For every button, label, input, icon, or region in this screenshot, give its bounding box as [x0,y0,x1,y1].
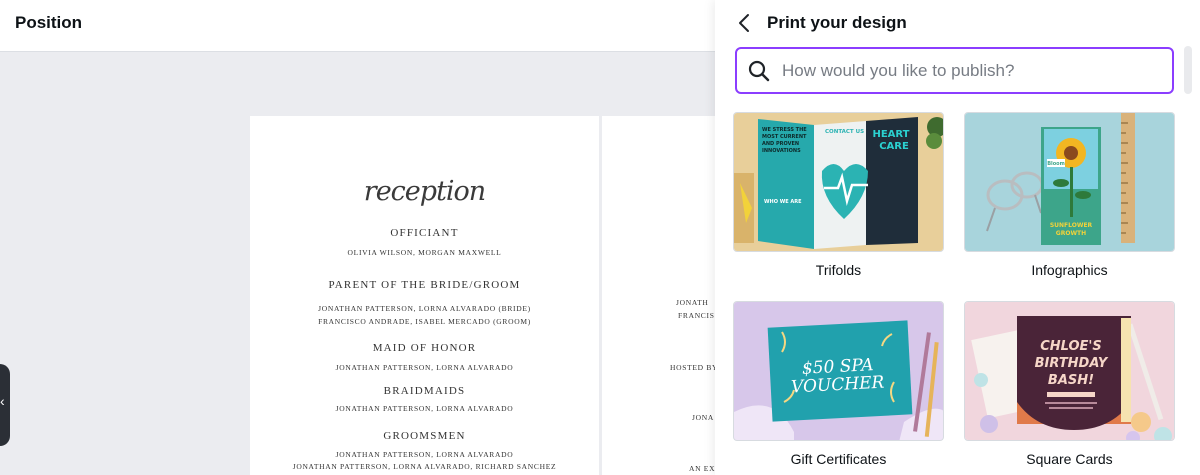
page-heading-script: reception [363,176,486,207]
collapse-handle[interactable]: ‹ [0,364,10,446]
svg-text:BASH!: BASH! [1048,373,1094,388]
panel-scrollbar[interactable] [1184,46,1192,94]
svg-text:MOST CURRENT: MOST CURRENT [762,134,807,140]
svg-text:SUNFLOWER: SUNFLOWER [1050,222,1093,229]
svg-text:HEART: HEART [872,129,909,140]
infographics-thumbnail[interactable]: Bloom SUNFLOWER GROWTH [964,112,1175,252]
role-officiant: OFFICIANT [390,227,459,239]
role-parent: PARENT OF THE BRIDE/GROOM [328,279,521,291]
names-officiant: OLIVIA WILSON, MORGAN MAXWELL [347,248,502,257]
names-parent-groom: FRANCISCO ANDRADE, ISABEL MERCADO (GROOM… [318,317,531,326]
card-label: Square Cards [1026,451,1113,467]
page2-text-fragment: FRANCIS [678,311,715,320]
names-maid-of-honor: JONATHAN PATTERSON, LORNA ALVARADO [335,363,514,372]
back-button[interactable] [733,11,757,35]
svg-text:WE STRESS THE: WE STRESS THE [762,127,807,133]
names-braidmaids: JONATHAN PATTERSON, LORNA ALVARADO [335,404,514,413]
svg-text:INNOVATIONS: INNOVATIONS [762,148,801,154]
design-page-2[interactable]: JONATH FRANCIS HOSTED BY JONA AN EXC [602,116,722,475]
names-parent-bride: JONATHAN PATTERSON, LORNA ALVARADO (BRID… [318,304,531,313]
card-label: Gift Certificates [790,451,887,467]
role-maid-of-honor: MAID OF HONOR [372,342,477,354]
page2-text-fragment: JONA [692,413,714,422]
svg-text:GROWTH: GROWTH [1056,230,1086,237]
search-icon [748,60,770,82]
svg-text:AND PROVEN: AND PROVEN [762,141,799,147]
names-groomsmen-2: JONATHAN PATTERSON, LORNA ALVARADO, RICH… [292,462,557,471]
svg-text:CARE: CARE [879,141,909,152]
svg-text:CHLOE'S: CHLOE'S [1040,339,1102,354]
svg-text:Bloom: Bloom [1047,161,1065,167]
svg-text:BIRTHDAY: BIRTHDAY [1035,356,1109,371]
square-cards-thumbnail[interactable]: CHLOE'S BIRTHDAY BASH! [964,301,1175,441]
search-box[interactable] [735,47,1174,94]
role-braidmaids: BRAIDMAIDS [383,385,466,397]
design-page-1[interactable]: reception OFFICIANT OLIVIA WILSON, MORGA… [250,116,599,475]
chevron-left-icon [739,14,749,32]
panel-heading-position: Position [15,13,83,32]
svg-text:CONTACT US: CONTACT US [825,129,864,135]
gift-certificates-thumbnail[interactable]: $50 SPA VOUCHER [733,301,944,441]
panel-title: Print your design [767,13,907,32]
trifolds-thumbnail[interactable]: WE STRESS THE MOST CURRENT AND PROVEN IN… [733,112,944,252]
card-label: Infographics [1031,262,1108,278]
names-groomsmen-1: JONATHAN PATTERSON, LORNA ALVARADO [335,450,514,459]
page2-text-fragment: JONATH [676,298,709,307]
print-design-panel: Print your design WE STRESS THE MOST CUR… [715,0,1200,475]
svg-text:WHO WE ARE: WHO WE ARE [764,199,802,205]
search-input[interactable] [782,59,1162,83]
chevron-left-icon: ‹ [0,393,5,409]
card-label: Trifolds [815,262,862,278]
page2-text-fragment: HOSTED BY [670,363,719,372]
role-groomsmen: GROOMSMEN [383,430,466,442]
